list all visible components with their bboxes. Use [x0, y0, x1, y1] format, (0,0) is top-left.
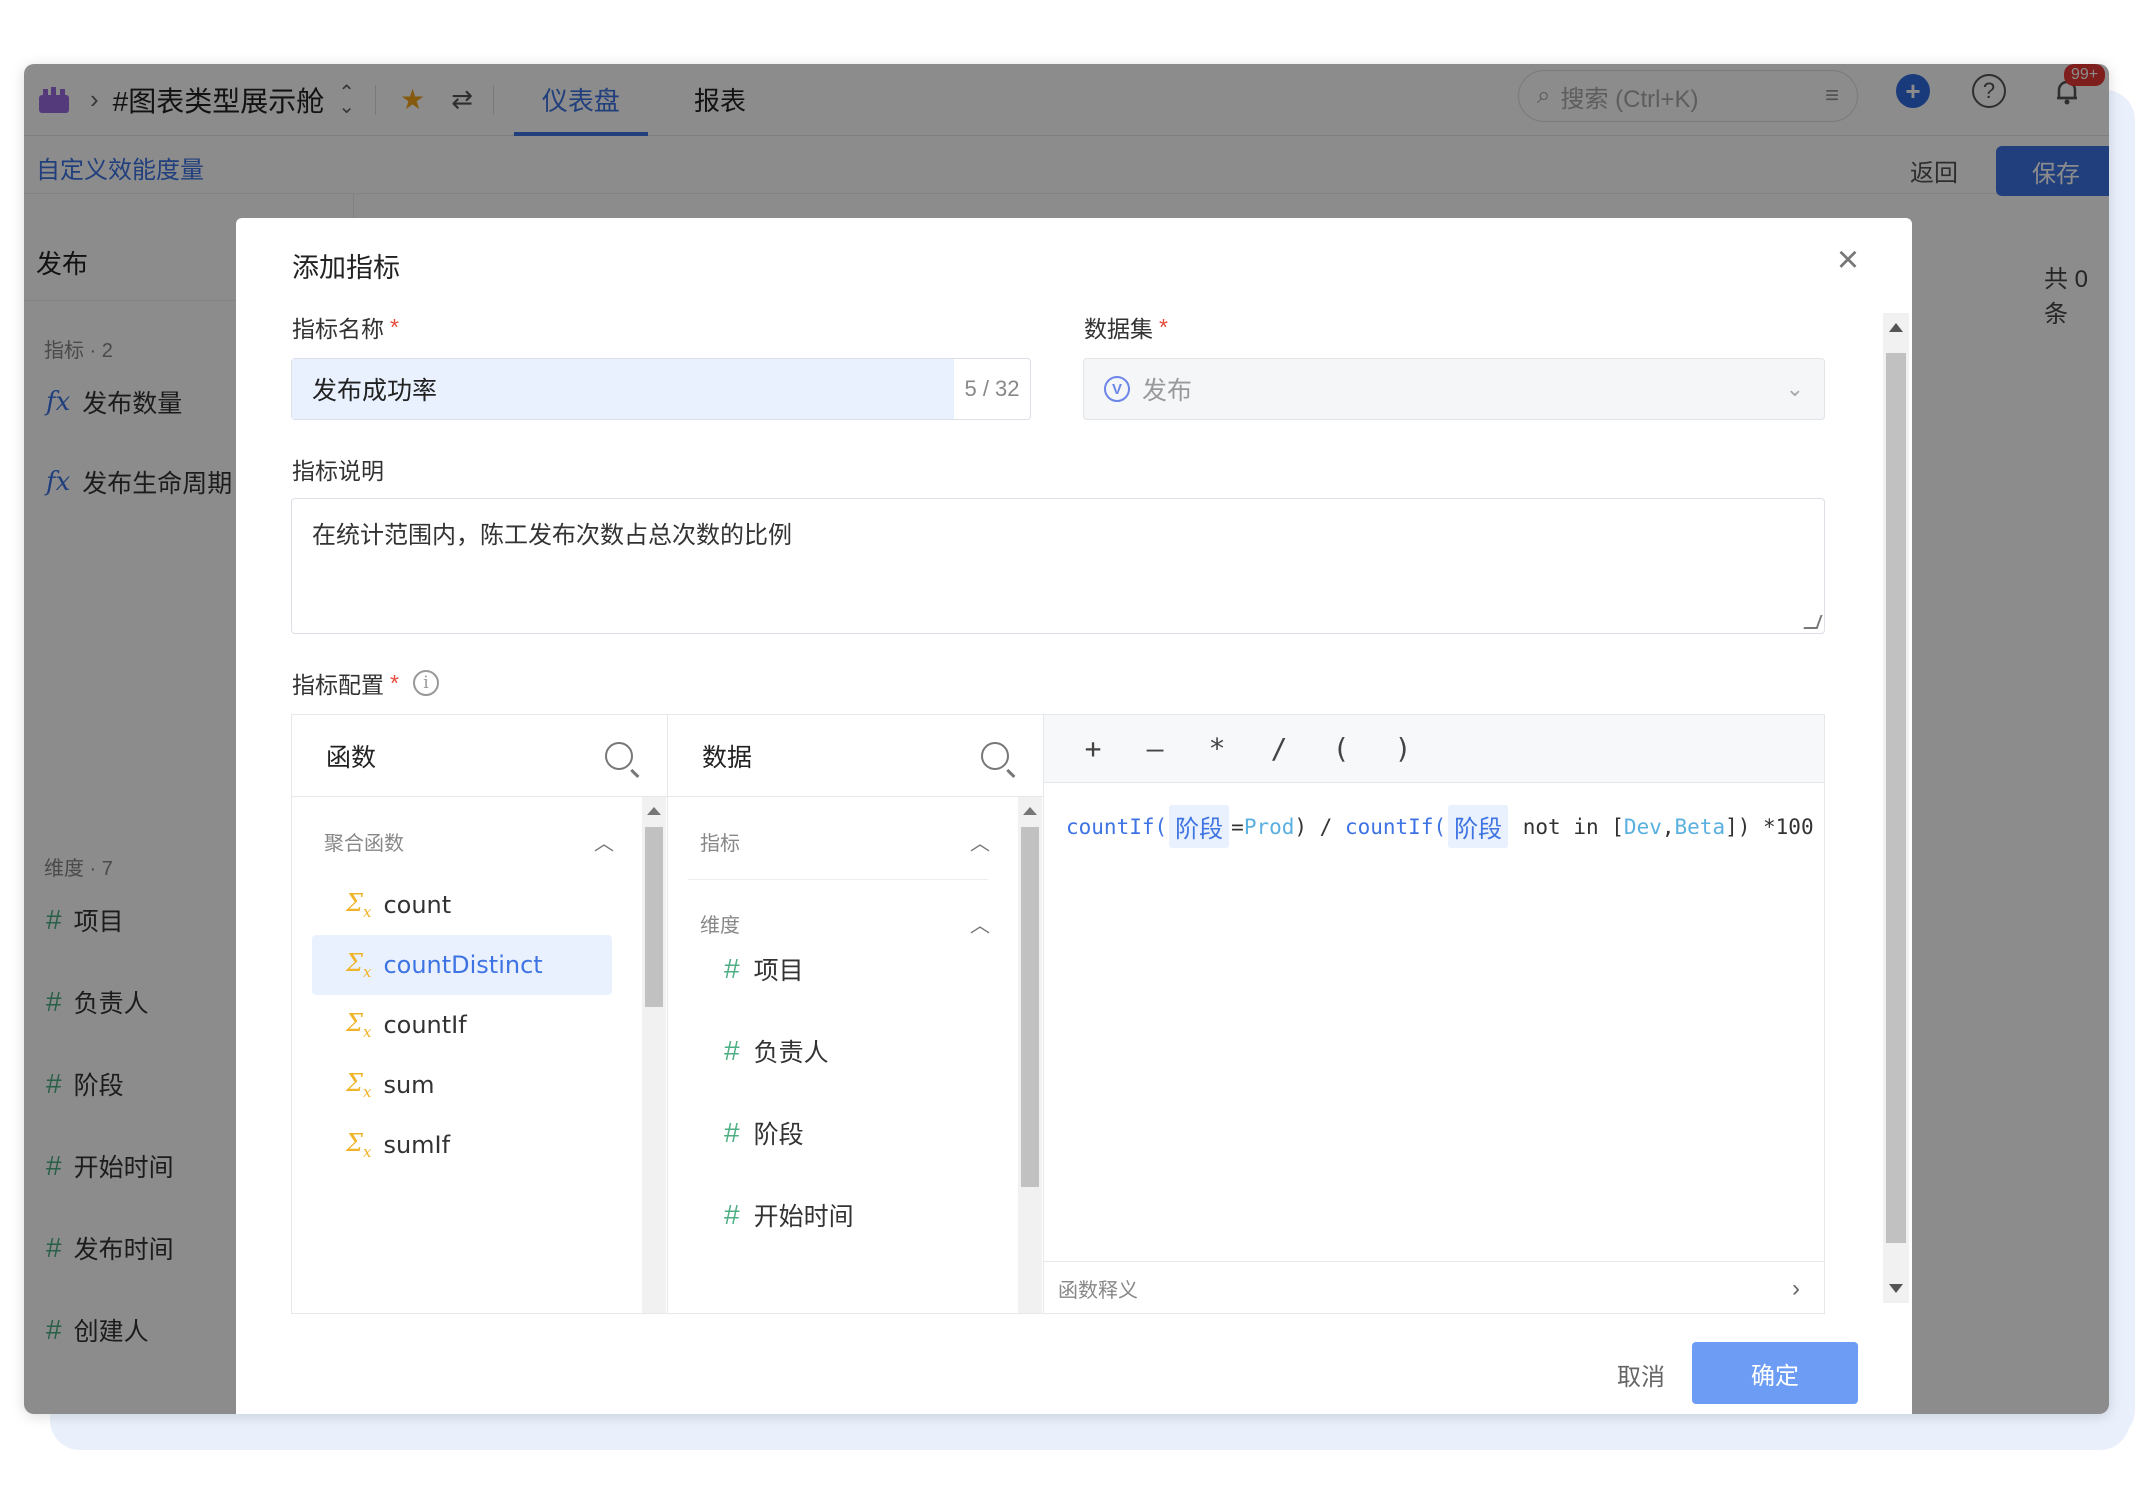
formula-value: Dev: [1623, 814, 1662, 839]
operator-multiply-button[interactable]: *: [1206, 732, 1228, 765]
formula-field-tag[interactable]: 阶段: [1169, 805, 1230, 848]
chevron-up-icon: ︿: [970, 915, 990, 937]
functions-column: 函数 聚合函数 ︿ Σx count Σx countDistinct Σx count…: [292, 715, 668, 1313]
data-title: 数据: [702, 743, 753, 772]
data-item[interactable]: # 阶段: [724, 1115, 804, 1151]
resize-handle-icon[interactable]: [1803, 615, 1823, 629]
metric-name-value[interactable]: 发布成功率: [292, 359, 954, 419]
data-item[interactable]: # 开始时间: [724, 1197, 854, 1233]
metric-config-panel: 函数 聚合函数 ︿ Σx count Σx countDistinct Σx count…: [291, 714, 1825, 1314]
hash-icon: #: [724, 1199, 740, 1230]
formula-text: ]) *100: [1725, 814, 1814, 839]
sigma-icon: Σx: [346, 1069, 372, 1101]
aggregate-group-header[interactable]: 聚合函数 ︿: [324, 827, 614, 856]
info-icon[interactable]: i: [412, 670, 439, 696]
function-item-countdistinct[interactable]: Σx countDistinct: [312, 935, 612, 995]
operator-toolbar: + — * / ( ): [1044, 715, 1824, 783]
operator-minus-button[interactable]: —: [1144, 732, 1166, 765]
function-item-countif[interactable]: Σx countIf: [312, 995, 612, 1055]
chevron-up-icon: ︿: [594, 833, 614, 855]
dataset-value: 发布: [1142, 377, 1193, 405]
formula-function: countIf(: [1344, 814, 1447, 839]
hash-icon: #: [724, 1117, 740, 1148]
description-textarea[interactable]: 在统计范围内，陈工发布次数占总次数的比例: [291, 498, 1825, 634]
cancel-button[interactable]: 取消: [1586, 1344, 1696, 1404]
formula-value: Prod: [1243, 814, 1295, 839]
config-label: 指标配置 * i: [292, 666, 439, 700]
formula-value: Beta: [1674, 814, 1726, 839]
formula-function: countIf(: [1066, 814, 1168, 839]
dialog-title: 添加指标: [292, 253, 400, 283]
operator-open-paren-button[interactable]: (: [1330, 732, 1352, 765]
functions-header: 函数: [292, 715, 667, 797]
scroll-thumb[interactable]: [645, 827, 663, 1007]
search-icon[interactable]: [981, 741, 1009, 770]
formula-editor: + — * / ( ) countIf( 阶段 = Prod ) / count…: [1044, 715, 1824, 1313]
search-icon[interactable]: [605, 741, 633, 770]
data-header: 数据: [668, 715, 1043, 797]
scroll-up-icon[interactable]: [1023, 807, 1037, 815]
data-item[interactable]: # 项目: [724, 951, 804, 987]
sigma-icon: Σx: [346, 1009, 372, 1041]
functions-scrollbar[interactable]: [642, 797, 666, 1313]
sigma-icon: Σx: [346, 1129, 372, 1161]
operator-close-paren-button[interactable]: ): [1392, 732, 1414, 765]
operator-plus-button[interactable]: +: [1082, 732, 1104, 765]
hash-icon: #: [724, 1035, 740, 1066]
scroll-down-icon[interactable]: [1889, 1284, 1903, 1293]
data-column: 数据 指标 ︿ 维度 ︿ # 项目 # 负责人 # 阶段 # 开始时间: [668, 715, 1044, 1313]
dialog-scrollbar[interactable]: [1883, 313, 1909, 1303]
scroll-up-icon[interactable]: [647, 807, 661, 815]
function-item-sum[interactable]: Σx sum: [312, 1055, 612, 1115]
divider: [688, 879, 988, 880]
confirm-button[interactable]: 确定: [1692, 1342, 1858, 1404]
metric-name-label: 指标名称 *: [292, 313, 399, 343]
formula-input[interactable]: countIf( 阶段 = Prod ) / countIf( 阶段 not i…: [1066, 805, 1814, 848]
sigma-icon: Σx: [346, 889, 372, 921]
scroll-thumb[interactable]: [1886, 353, 1906, 1243]
formula-text: ,: [1661, 814, 1675, 839]
chevron-down-icon: ⌄: [1785, 376, 1804, 401]
formula-text: not in [: [1510, 814, 1624, 839]
dimensions-group-header[interactable]: 维度 ︿: [700, 909, 990, 938]
chevron-right-icon: ›: [1792, 1274, 1800, 1302]
description-label: 指标说明: [292, 458, 384, 484]
close-icon[interactable]: ×: [1828, 240, 1868, 280]
add-metric-dialog: 添加指标 × 指标名称 * 发布成功率 5 / 32 数据集 * V 发布 ⌄ 指标…: [236, 218, 1912, 1414]
dataset-select[interactable]: V 发布 ⌄: [1083, 358, 1825, 420]
data-item[interactable]: # 负责人: [724, 1033, 829, 1069]
metric-name-input[interactable]: 发布成功率 5 / 32: [291, 358, 1031, 420]
operator-divide-button[interactable]: /: [1268, 732, 1290, 765]
function-item-count[interactable]: Σx count: [312, 875, 612, 935]
hash-icon: #: [724, 953, 740, 984]
function-item-sumif[interactable]: Σx sumIf: [312, 1115, 612, 1175]
dataset-label: 数据集 *: [1084, 313, 1168, 343]
scroll-up-icon[interactable]: [1889, 323, 1903, 332]
char-counter: 5 / 32: [964, 376, 1020, 401]
sigma-icon: Σx: [346, 949, 372, 981]
formula-text: =: [1231, 814, 1244, 839]
app-window: › #图表类型展示舱 ⌃ ⌄ ★ ⇄ 仪表盘 报表 ⌕ 搜索 (Ctrl+K) ≡…: [24, 64, 2109, 1414]
formula-field-tag[interactable]: 阶段: [1448, 805, 1509, 848]
dataset-icon: V: [1104, 376, 1130, 402]
scroll-thumb[interactable]: [1021, 827, 1039, 1187]
function-definition-bar[interactable]: 函数释义 ›: [1044, 1261, 1824, 1313]
function-definition-label: 函数释义: [1058, 1280, 1138, 1302]
chevron-up-icon: ︿: [970, 833, 990, 855]
description-value: 在统计范围内，陈工发布次数占总次数的比例: [312, 522, 792, 549]
data-scrollbar[interactable]: [1018, 797, 1042, 1313]
formula-text: ) /: [1294, 814, 1345, 839]
metrics-group-header[interactable]: 指标 ︿: [700, 827, 990, 856]
functions-title: 函数: [326, 743, 377, 772]
